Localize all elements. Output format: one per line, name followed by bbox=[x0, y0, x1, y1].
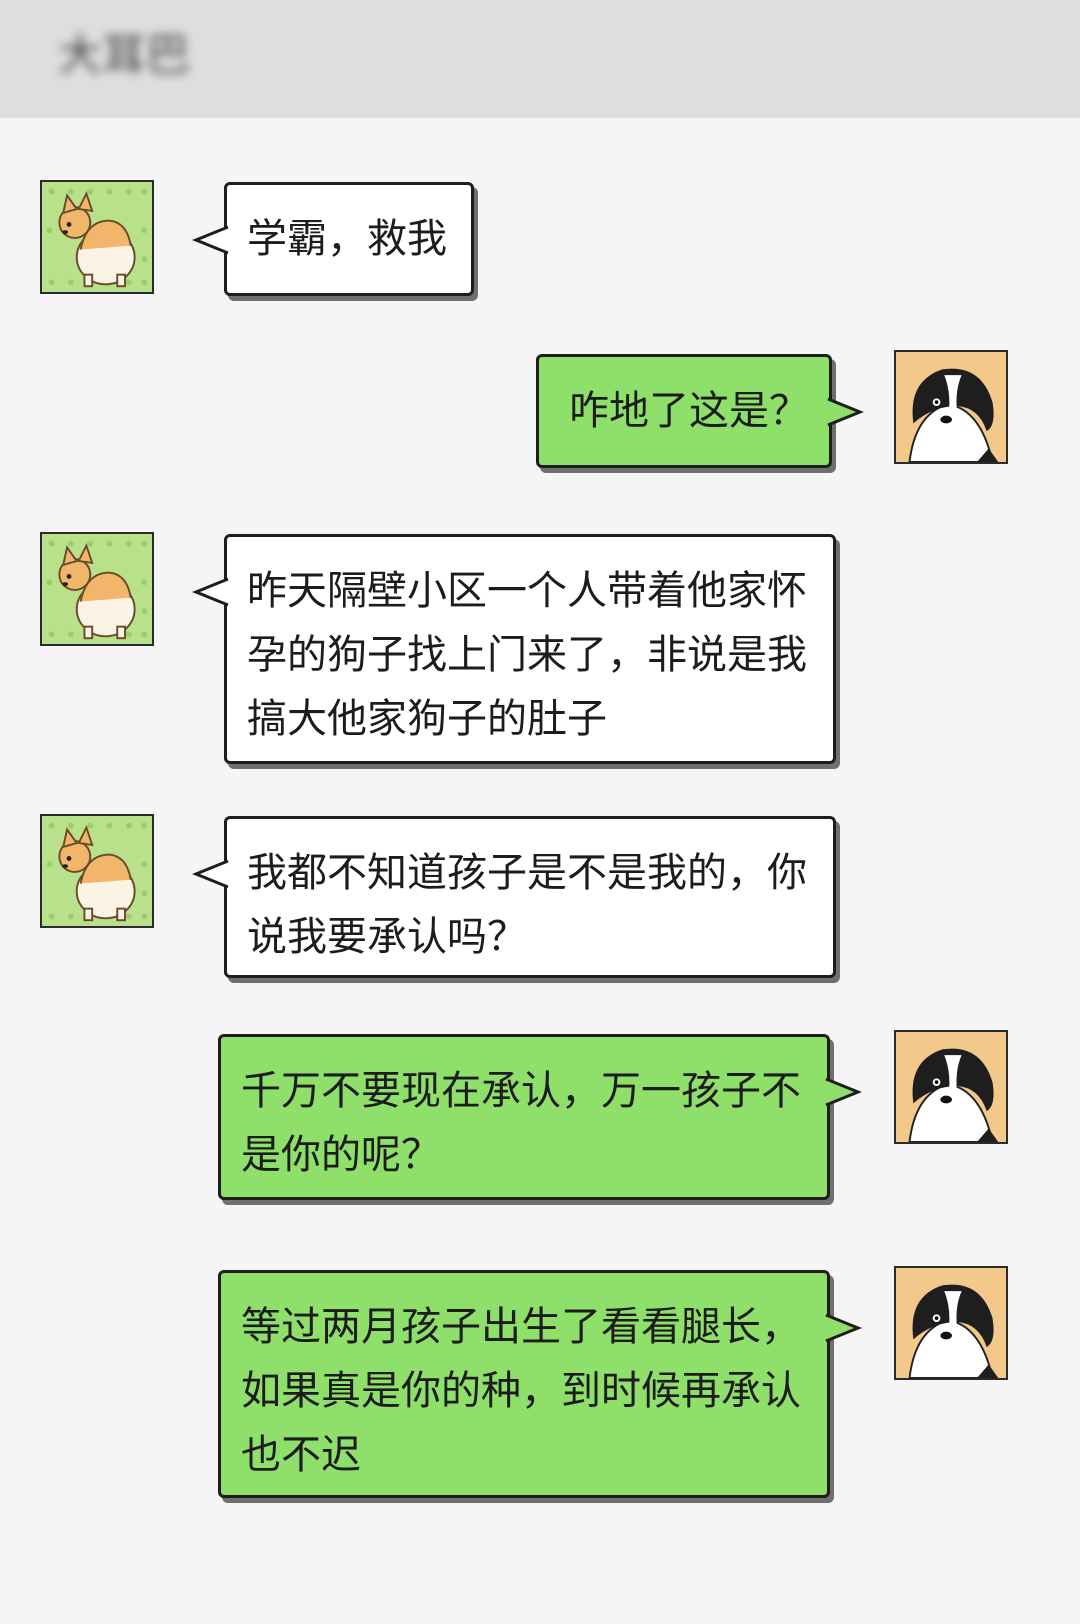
chat-title: 大耳巴 bbox=[58, 30, 190, 81]
corgi-icon bbox=[42, 534, 152, 644]
message-text: 昨天隔壁小区一个人带着他家怀孕的狗子找上门来了，非说是我搞大他家狗子的肚子 bbox=[247, 568, 807, 742]
message-text: 我都不知道孩子是不是我的，你说我要承认吗？ bbox=[247, 850, 807, 960]
message-bubble-incoming[interactable]: 我都不知道孩子是不是我的，你说我要承认吗？ bbox=[192, 816, 836, 978]
border-collie-icon bbox=[896, 352, 1006, 462]
message-bubble-outgoing[interactable]: 等过两月孩子出生了看看腿长，如果真是你的种，到时候再承认也不迟 bbox=[218, 1270, 862, 1498]
bubble-tail bbox=[827, 397, 864, 427]
border-collie-avatar[interactable] bbox=[894, 350, 1008, 464]
message-text: 学霸，救我 bbox=[247, 216, 447, 262]
border-collie-icon bbox=[896, 1032, 1006, 1142]
message-text: 千万不要现在承认，万一孩子不是你的呢？ bbox=[241, 1068, 801, 1178]
bubble-tail bbox=[192, 577, 229, 607]
bubble-tail bbox=[825, 1077, 862, 1107]
message-bubble-incoming[interactable]: 昨天隔壁小区一个人带着他家怀孕的狗子找上门来了，非说是我搞大他家狗子的肚子 bbox=[192, 534, 836, 764]
border-collie-icon bbox=[896, 1268, 1006, 1378]
border-collie-avatar[interactable] bbox=[894, 1030, 1008, 1144]
bubble-tail bbox=[192, 225, 229, 255]
message-text: 咋地了这是？ bbox=[569, 388, 809, 434]
message-bubble-outgoing[interactable]: 千万不要现在承认，万一孩子不是你的呢？ bbox=[218, 1034, 862, 1200]
message-text: 等过两月孩子出生了看看腿长，如果真是你的种，到时候再承认也不迟 bbox=[241, 1304, 801, 1478]
message-bubble-incoming[interactable]: 学霸，救我 bbox=[192, 182, 474, 296]
bubble-tail bbox=[192, 859, 229, 889]
border-collie-avatar[interactable] bbox=[894, 1266, 1008, 1380]
message-bubble-outgoing[interactable]: 咋地了这是？ bbox=[536, 354, 864, 468]
bubble-tail bbox=[825, 1313, 862, 1343]
corgi-avatar[interactable] bbox=[40, 180, 154, 294]
corgi-avatar[interactable] bbox=[40, 814, 154, 928]
corgi-icon bbox=[42, 182, 152, 292]
corgi-avatar[interactable] bbox=[40, 532, 154, 646]
chat-header: 大耳巴 bbox=[0, 0, 1080, 118]
corgi-icon bbox=[42, 816, 152, 926]
